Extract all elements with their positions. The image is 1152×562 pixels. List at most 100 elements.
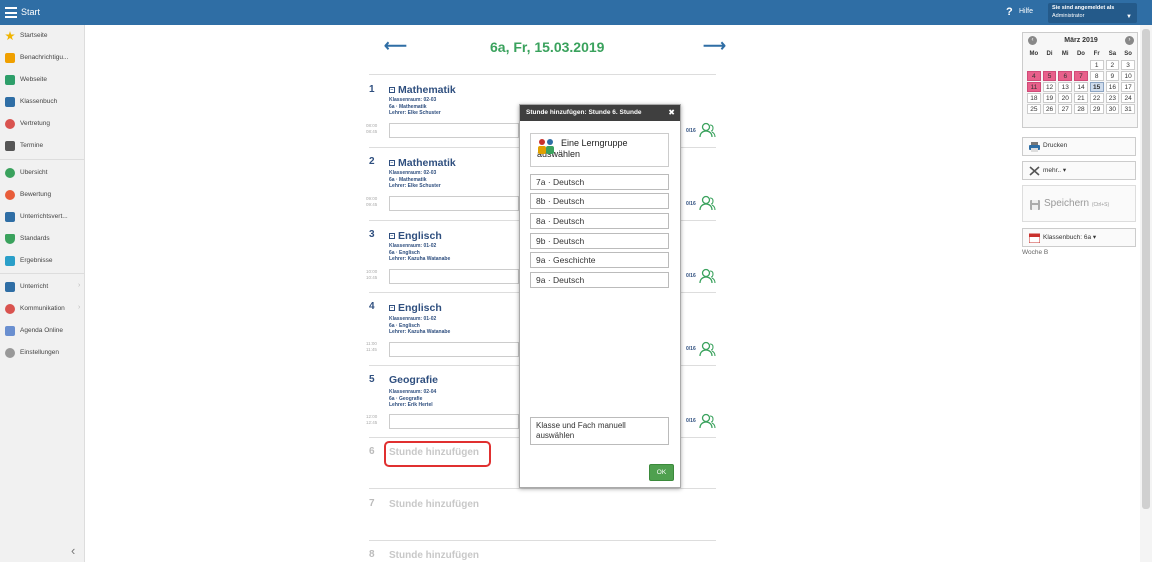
calendar-day[interactable]: 14	[1074, 82, 1088, 92]
students-icon[interactable]	[698, 341, 716, 357]
print-button[interactable]: Drucken	[1022, 137, 1136, 156]
menu-icon[interactable]	[5, 7, 17, 18]
sidebar-item-einstellungen[interactable]: Einstellungen	[0, 345, 85, 363]
app-title[interactable]: Start	[21, 7, 40, 17]
calendar-day-empty	[1043, 60, 1057, 70]
help-link[interactable]: Hilfe	[1019, 8, 1033, 15]
calendar-day[interactable]: 5	[1042, 71, 1057, 81]
sidebar-item-termine[interactable]: Termine	[0, 138, 85, 156]
collapse-icon[interactable]: −	[389, 87, 395, 94]
user-label: Sie sind angemeldet als	[1052, 5, 1115, 11]
sidebar-item-vertretung[interactable]: Vertretung	[0, 116, 85, 134]
calendar-day[interactable]: 11	[1027, 82, 1041, 92]
collapse-sidebar-icon[interactable]: ‹	[71, 543, 75, 558]
students-icon[interactable]	[698, 268, 716, 284]
sidebar-item-ergebnisse[interactable]: Ergebnisse	[0, 253, 85, 271]
sidebar-item-startseite[interactable]: Startseite	[0, 28, 85, 46]
calendar-day[interactable]: 2	[1105, 60, 1120, 70]
calendar-day[interactable]: 28	[1074, 104, 1088, 114]
add-lesson-link[interactable]: Stunde hinzufügen	[389, 499, 479, 510]
next-day-arrow-icon[interactable]: ⟶	[703, 36, 726, 56]
lesson-topic-input[interactable]	[389, 342, 519, 357]
calendar-day[interactable]: 12	[1042, 82, 1057, 92]
lesson-topic-input[interactable]	[389, 414, 519, 429]
sidebar-item-uebersicht[interactable]: Übersicht	[0, 165, 85, 183]
lesson-subject-label: Englisch	[398, 230, 442, 242]
room-value: 01-02	[423, 243, 437, 249]
more-button[interactable]: mehr.. ▾	[1022, 161, 1136, 180]
group-option[interactable]: 7a · Deutsch	[530, 174, 669, 190]
calendar-day[interactable]: 18	[1027, 93, 1041, 103]
lesson-subject[interactable]: Geografie	[389, 374, 438, 386]
calendar-day[interactable]: 24	[1121, 93, 1135, 103]
collapse-icon[interactable]: −	[389, 305, 395, 312]
calendar-day[interactable]: 7	[1074, 71, 1088, 81]
calendar-day[interactable]: 27	[1058, 104, 1073, 114]
lesson-topic-input[interactable]	[389, 123, 519, 138]
calendar-day[interactable]: 9	[1105, 71, 1120, 81]
calendar-day[interactable]: 1	[1089, 60, 1104, 70]
calendar-day[interactable]: 30	[1105, 104, 1120, 114]
calendar-day-empty	[1058, 60, 1072, 70]
group-option[interactable]: 9b · Deutsch	[530, 233, 669, 249]
sidebar-item-webseite[interactable]: Webseite	[0, 72, 85, 90]
calendar-day[interactable]: 4	[1027, 71, 1041, 81]
scrollbar-thumb[interactable]	[1142, 29, 1150, 509]
students-icon[interactable]	[698, 413, 716, 429]
group-option[interactable]: 8a · Deutsch	[530, 213, 669, 229]
sidebar-item-label: Webseite	[20, 76, 47, 83]
collapse-icon[interactable]: −	[389, 160, 395, 167]
sidebar-item-agenda-online[interactable]: Agenda Online	[0, 323, 85, 341]
prev-day-arrow-icon[interactable]: ⟵	[384, 36, 407, 56]
klassenbuch-label: Klassenbuch: 6a ▾	[1043, 234, 1097, 241]
calendar-day[interactable]: 19	[1042, 93, 1057, 103]
calendar-day[interactable]: 8	[1089, 71, 1104, 81]
calendar-day[interactable]: 17	[1121, 82, 1135, 92]
lesson-number: 4	[369, 301, 375, 312]
group-value: 6a · Englisch	[389, 249, 420, 256]
manual-select-option[interactable]: Klasse und Fach manuell auswählen	[530, 417, 669, 445]
calendar-day[interactable]: 29	[1089, 104, 1104, 114]
sidebar-item-benachrichtigungen[interactable]: Benachrichtigu...	[0, 50, 85, 68]
ok-button[interactable]: OK	[649, 464, 674, 481]
user-menu[interactable]: Sie sind angemeldet als Administrator ▼	[1048, 3, 1137, 23]
lesson-topic-input[interactable]	[389, 196, 519, 211]
students-icon[interactable]	[698, 195, 716, 211]
calendar-day[interactable]: 21	[1074, 93, 1088, 103]
calendar-day[interactable]: 10	[1121, 71, 1135, 81]
students-icon[interactable]	[698, 122, 716, 138]
calendar-day[interactable]: 26	[1042, 104, 1057, 114]
sidebar-item-kommunikation[interactable]: Kommunikation ›	[0, 301, 85, 319]
klassenbuch-select[interactable]: Klassenbuch: 6a ▾	[1022, 228, 1136, 247]
sidebar-item-unterrichtsverteilung[interactable]: Unterrichtsvert...	[0, 209, 85, 227]
calendar-day-selected[interactable]: 15	[1089, 82, 1104, 92]
help-icon[interactable]: ?	[1006, 6, 1013, 18]
group-option[interactable]: 8b · Deutsch	[530, 193, 669, 209]
lesson-subject[interactable]: − Englisch	[389, 230, 442, 242]
lesson-subject[interactable]: − Mathematik	[389, 84, 456, 96]
calendar-day[interactable]: 31	[1121, 104, 1135, 114]
lesson-subject[interactable]: − Mathematik	[389, 157, 456, 169]
close-icon[interactable]: ✖	[668, 108, 675, 117]
sidebar-item-standards[interactable]: Standards	[0, 231, 85, 249]
group-option[interactable]: 9a · Deutsch	[530, 272, 669, 288]
sidebar-item-klassenbuch[interactable]: Klassenbuch	[0, 94, 85, 112]
sidebar-item-unterricht[interactable]: Unterricht ›	[0, 279, 85, 297]
calendar-day[interactable]: 6	[1058, 71, 1073, 81]
calendar-day[interactable]: 3	[1121, 60, 1135, 70]
sidebar-item-bewertung[interactable]: Bewertung	[0, 187, 85, 205]
calendar-day[interactable]: 13	[1058, 82, 1073, 92]
next-month-icon[interactable]: ›	[1125, 36, 1134, 45]
calendar-day[interactable]: 16	[1105, 82, 1120, 92]
scrollbar[interactable]	[1140, 25, 1152, 562]
add-lesson-link[interactable]: Stunde hinzufügen	[389, 550, 479, 561]
calendar-day[interactable]: 22	[1089, 93, 1104, 103]
lesson-subject[interactable]: − Englisch	[389, 302, 442, 314]
save-button[interactable]: Speichern (Ctrl+S)	[1022, 185, 1136, 222]
calendar-day[interactable]: 23	[1105, 93, 1120, 103]
lesson-topic-input[interactable]	[389, 269, 519, 284]
calendar-day[interactable]: 25	[1027, 104, 1041, 114]
collapse-icon[interactable]: −	[389, 233, 395, 240]
calendar-day[interactable]: 20	[1058, 93, 1073, 103]
group-option[interactable]: 9a · Geschichte	[530, 252, 669, 268]
